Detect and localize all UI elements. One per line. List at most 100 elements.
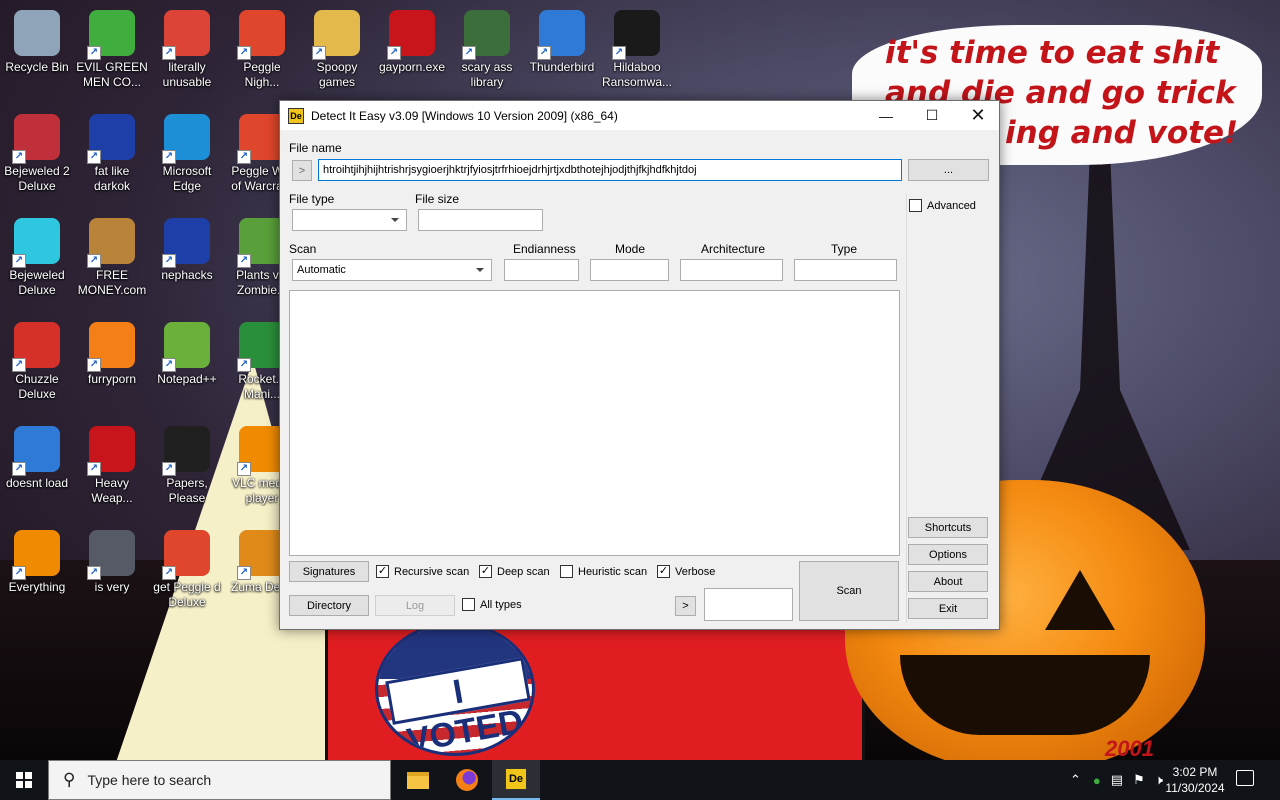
shortcut-arrow-icon: ↗ — [162, 462, 176, 476]
clock-time: 3:02 PM — [1172, 765, 1218, 779]
network-icon[interactable]: ▤ — [1111, 772, 1123, 788]
start-button[interactable] — [0, 760, 48, 800]
advanced-check-box — [909, 199, 922, 212]
chrome-icon: ↗ — [162, 10, 210, 60]
taskbar-clock[interactable]: 3:02 PM 11/30/2024 — [1160, 764, 1230, 796]
desktop-icon[interactable]: ↗ scary ass library — [450, 4, 524, 104]
desktop-icon[interactable]: ↗ Bejeweled Deluxe — [0, 212, 74, 312]
desktop-icon[interactable]: ↗ Papers, Please — [150, 420, 224, 520]
close-button[interactable]: ✕ — [955, 101, 1001, 130]
desktop-icon[interactable]: ↗ FREE MONEY.com — [75, 212, 149, 312]
recycle-bin-icon — [14, 10, 60, 56]
notepad-icon: ↗ — [162, 322, 210, 372]
money-bag-icon: ↗ — [87, 218, 135, 268]
shortcut-arrow-icon: ↗ — [237, 358, 251, 372]
shortcut-arrow-icon: ↗ — [87, 46, 101, 60]
desktop-icon[interactable]: ↗ nephacks — [150, 212, 224, 312]
desktop-icon[interactable]: ↗ get Peggle d Deluxe — [150, 524, 224, 624]
desktop-icon-label: scary ass library — [461, 60, 513, 89]
desktop-icon[interactable]: ↗ furryporn — [75, 316, 149, 416]
exit-button[interactable]: Exit — [908, 598, 988, 619]
desktop-icon[interactable]: ↗ gayporn.exe — [375, 4, 449, 104]
file-type-select[interactable] — [292, 209, 407, 231]
progress-field — [704, 588, 793, 621]
desktop-icon[interactable]: ↗ is very — [75, 524, 149, 624]
scan-button[interactable]: Scan — [799, 561, 899, 621]
options-button[interactable]: Options — [908, 544, 988, 565]
die-icon: De — [505, 768, 527, 790]
shortcut-arrow-icon: ↗ — [237, 566, 251, 580]
wallpaper-corner-text: 2001 — [1105, 736, 1154, 761]
shortcut-arrow-icon: ↗ — [162, 358, 176, 372]
title-bar[interactable]: De Detect It Easy v3.09 [Windows 10 Vers… — [280, 101, 999, 130]
desktop-icon[interactable]: ↗ Thunderbird — [525, 4, 599, 104]
maximize-button[interactable]: ☐ — [909, 101, 955, 130]
desktop-icon[interactable]: ↗ Notepad++ — [150, 316, 224, 416]
signatures-button[interactable]: Signatures — [289, 561, 369, 582]
file-nav-button[interactable]: > — [292, 160, 312, 181]
desktop-icon[interactable]: ↗ Everything — [0, 524, 74, 624]
advanced-checkbox[interactable]: Advanced — [909, 199, 976, 212]
desktop-icon[interactable]: ↗ Spoopy games — [300, 4, 374, 104]
desktop-icon-label: EVIL GREEN MEN CO... — [76, 60, 148, 89]
recursive-scan-checkbox[interactable]: ✓ Recursive scan — [376, 565, 469, 578]
desktop-icon-label: doesnt load — [5, 476, 69, 490]
verbose-checkbox[interactable]: ✓ Verbose — [657, 565, 715, 578]
desktop-icon[interactable]: ↗ literally unusable — [150, 4, 224, 104]
shortcut-arrow-icon: ↗ — [312, 46, 326, 60]
edge-icon: ↗ — [162, 114, 210, 164]
shortcut-arrow-icon: ↗ — [87, 254, 101, 268]
desktop-icon-label: Spoopy games — [316, 60, 358, 89]
detect-it-easy-taskbar-button[interactable]: De — [492, 760, 540, 800]
type-label: Type — [831, 242, 858, 256]
desktop-icon[interactable]: ↗ Bejeweled 2 Deluxe — [0, 108, 74, 208]
recursive-check-box: ✓ — [376, 565, 389, 578]
desktop-icon[interactable]: ↗ EVIL GREEN MEN CO... — [75, 4, 149, 104]
desktop-icon[interactable]: ↗ fat like darkok — [75, 108, 149, 208]
desktop-icon[interactable]: ↗ Microsoft Edge — [150, 108, 224, 208]
file-explorer-taskbar-button[interactable] — [394, 760, 442, 800]
taskbar-search-box[interactable]: ⚲ Type here to search — [48, 760, 391, 800]
desktop-icon[interactable]: ↗ Heavy Weap... — [75, 420, 149, 520]
desktop-icon-label: Bejeweled Deluxe — [9, 268, 65, 297]
shortcuts-button[interactable]: Shortcuts — [908, 517, 988, 538]
mode-field — [590, 259, 669, 281]
desktop-icon-label: Everything — [8, 580, 66, 594]
file-name-input[interactable]: htroihtjihjhijhtrishrjsygioerjhktrjfyios… — [318, 159, 902, 181]
shortcut-arrow-icon: ↗ — [12, 254, 26, 268]
flag-icon[interactable]: ⚑ — [1133, 772, 1145, 788]
desktop-icon-label: nephacks — [161, 268, 213, 282]
desktop-icon[interactable]: ↗ Peggle Nigh... — [225, 4, 299, 104]
browse-button[interactable]: ... — [908, 159, 989, 181]
detect-it-easy-window: De Detect It Easy v3.09 [Windows 10 Vers… — [279, 100, 1000, 630]
shield-icon: ↗ — [612, 10, 660, 60]
deep-scan-checkbox[interactable]: ✓ Deep scan — [479, 565, 550, 578]
mpi-icon: ↗ — [87, 530, 135, 580]
notification-icon[interactable] — [1236, 770, 1254, 786]
scan-mode-select[interactable]: Automatic — [292, 259, 492, 281]
desktop-icon[interactable]: ↗ doesnt load — [0, 420, 74, 520]
heuristic-scan-checkbox[interactable]: Heuristic scan — [560, 565, 647, 578]
file-size-label: File size — [415, 192, 460, 206]
about-button[interactable]: About — [908, 571, 988, 592]
gem-icon: ↗ — [12, 114, 60, 164]
all-types-checkbox[interactable]: All types — [462, 598, 522, 611]
desktop-icon[interactable]: ↗ Hildaboo Ransomwa... — [600, 4, 674, 104]
chevron-up-icon[interactable]: ⌃ — [1070, 772, 1081, 788]
shortcut-arrow-icon: ↗ — [162, 46, 176, 60]
firefox-icon: ↗ — [87, 322, 135, 372]
desktop-icon[interactable]: ↗ Chuzzle Deluxe — [0, 316, 74, 416]
architecture-field — [680, 259, 783, 281]
shortcut-arrow-icon: ↗ — [87, 462, 101, 476]
shortcut-arrow-icon: ↗ — [87, 358, 101, 372]
directory-button[interactable]: Directory — [289, 595, 369, 616]
log-button[interactable]: Log — [375, 595, 455, 616]
scan-results-area[interactable] — [289, 290, 900, 556]
minimize-button[interactable]: — — [863, 101, 909, 130]
desktop-icon-label: Heavy Weap... — [91, 476, 133, 505]
firefox-taskbar-button[interactable] — [443, 760, 491, 800]
desktop-icon-label: gayporn.exe — [378, 60, 446, 74]
user-icon[interactable]: ● — [1093, 773, 1101, 788]
next-arrow-button[interactable]: > — [675, 596, 696, 616]
desktop-icon[interactable]: Recycle Bin — [0, 4, 74, 104]
